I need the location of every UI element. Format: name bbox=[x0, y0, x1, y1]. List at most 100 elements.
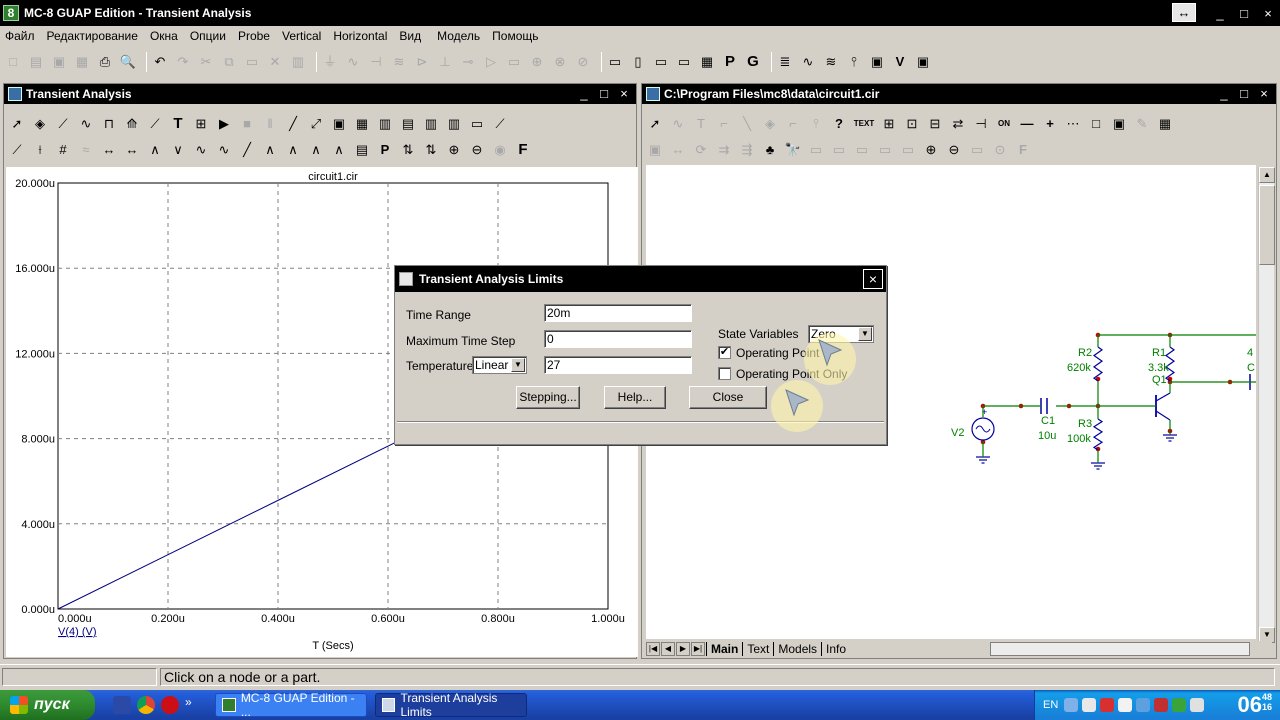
opera-icon[interactable] bbox=[161, 696, 179, 714]
menu-options[interactable]: Опции bbox=[190, 29, 226, 43]
zoom-out-icon[interactable]: ⊖ bbox=[945, 141, 963, 159]
delete-icon[interactable]: ✕ bbox=[266, 53, 284, 71]
diagonal-wire-icon[interactable]: ╲ bbox=[738, 115, 756, 133]
chrome-icon[interactable] bbox=[137, 696, 155, 714]
condition-icon[interactable]: ⊣ bbox=[972, 115, 990, 133]
minimize-button[interactable]: _ bbox=[1208, 6, 1232, 21]
flag-tool-icon[interactable]: ⌐ bbox=[784, 115, 802, 133]
rotate-icon[interactable]: ⟳ bbox=[692, 141, 710, 159]
zoom-in-icon[interactable]: ⊕ bbox=[445, 141, 463, 159]
cursor-right-icon[interactable]: ⟊ bbox=[31, 141, 49, 159]
scroll-thumb[interactable] bbox=[1259, 185, 1275, 265]
r3-resistor[interactable] bbox=[1092, 418, 1104, 451]
wire-icon[interactable]: ∿ bbox=[669, 115, 687, 133]
box-tool4-icon[interactable]: ▭ bbox=[876, 141, 894, 159]
component-list-icon[interactable]: ≣ bbox=[776, 53, 794, 71]
print-preview-icon[interactable]: 🔍 bbox=[119, 53, 137, 71]
v-icon[interactable]: V bbox=[891, 53, 909, 71]
p-icon[interactable]: P bbox=[721, 53, 739, 71]
minimize-button[interactable]: _ bbox=[574, 85, 594, 103]
tab-prev-button[interactable]: ◀ bbox=[661, 642, 675, 656]
page-icon[interactable]: ▦ bbox=[1156, 115, 1174, 133]
language-indicator[interactable]: EN bbox=[1043, 699, 1058, 711]
cursor-left-icon[interactable]: ⟋ bbox=[8, 141, 26, 159]
scroll-up-arrow[interactable]: ▲ bbox=[1259, 167, 1275, 183]
global-low-icon[interactable]: ∧ bbox=[284, 141, 302, 159]
save-all-icon[interactable]: ▦ bbox=[73, 53, 91, 71]
help-cursor-icon[interactable]: ? bbox=[830, 115, 848, 133]
move-h2-icon[interactable]: ↔ bbox=[123, 141, 141, 159]
top-icon[interactable]: ∧ bbox=[307, 141, 325, 159]
pin-connections-icon[interactable]: ON bbox=[995, 115, 1013, 133]
close-button[interactable]: Close bbox=[689, 386, 767, 409]
v2-label[interactable]: V2 bbox=[951, 427, 964, 439]
border-icon[interactable]: □ bbox=[1087, 115, 1105, 133]
step-icon[interactable]: ▣ bbox=[646, 141, 664, 159]
capacitor-icon[interactable]: ⊣ bbox=[367, 53, 385, 71]
cursor-wave-icon[interactable]: ≈ bbox=[77, 141, 95, 159]
pin-icon[interactable]: ⫯ bbox=[845, 53, 863, 71]
new-file-icon[interactable]: □ bbox=[4, 53, 22, 71]
r2-label[interactable]: R2 bbox=[1078, 347, 1092, 359]
zoom-in-icon[interactable]: ⊕ bbox=[922, 141, 940, 159]
battery-icon[interactable]: ⊥ bbox=[436, 53, 454, 71]
operating-point-only-checkbox[interactable] bbox=[718, 367, 731, 380]
tab-models[interactable]: Models bbox=[773, 642, 821, 656]
box-tool2-icon[interactable]: ▭ bbox=[830, 141, 848, 159]
text-tool-icon[interactable]: T bbox=[169, 115, 187, 133]
opamp-icon[interactable]: ▷ bbox=[482, 53, 500, 71]
scale-icon[interactable]: ⇅ bbox=[399, 141, 417, 159]
q1-collector[interactable] bbox=[1155, 392, 1171, 402]
move-h-icon[interactable]: ↔ bbox=[100, 141, 118, 159]
calculator-icon[interactable]: ▦ bbox=[698, 53, 716, 71]
menu-vertical[interactable]: Vertical bbox=[282, 29, 321, 43]
ground-icon[interactable]: ⏚ bbox=[321, 53, 339, 71]
start-button[interactable]: пуск bbox=[0, 690, 95, 720]
q1-emitter[interactable] bbox=[1155, 410, 1171, 421]
resize-toggle-button[interactable]: ↔ bbox=[1172, 3, 1196, 22]
shape-icon[interactable]: ◈ bbox=[761, 115, 779, 133]
menu-edit[interactable]: Редактирование bbox=[47, 29, 138, 43]
select-arrow-icon[interactable]: ➚ bbox=[646, 115, 664, 133]
transistor-icon[interactable]: ⊸ bbox=[459, 53, 477, 71]
wire-mode-icon[interactable]: ⌐ bbox=[715, 115, 733, 133]
font-icon[interactable]: F bbox=[1014, 141, 1032, 159]
undo-icon[interactable]: ↶ bbox=[151, 53, 169, 71]
box-tool-icon[interactable]: ▭ bbox=[807, 141, 825, 159]
volume-icon[interactable] bbox=[1190, 698, 1205, 712]
redo-icon[interactable]: ↷ bbox=[174, 53, 192, 71]
autoscale-icon[interactable]: ⇅ bbox=[422, 141, 440, 159]
global-high-icon[interactable]: ∧ bbox=[261, 141, 279, 159]
open-file-icon[interactable]: ▤ bbox=[27, 53, 45, 71]
y-axis-label[interactable]: V(4) (V) bbox=[58, 626, 97, 638]
r2-resistor[interactable] bbox=[1092, 346, 1104, 382]
waveform-icon[interactable]: ∿ bbox=[799, 53, 817, 71]
update-icon[interactable] bbox=[1172, 698, 1187, 712]
node-numbers-icon[interactable]: ⊞ bbox=[880, 115, 898, 133]
schematic-vertical-scrollbar[interactable]: ▲ ▼ bbox=[1258, 167, 1275, 643]
close-button[interactable]: × bbox=[1254, 85, 1274, 103]
menu-probe[interactable]: Probe bbox=[238, 29, 270, 43]
tab-last-button[interactable]: ▶| bbox=[691, 642, 705, 656]
maximize-button[interactable]: □ bbox=[594, 85, 614, 103]
wire-h-icon[interactable]: — bbox=[1018, 115, 1036, 133]
desktop-icon[interactable] bbox=[113, 696, 131, 714]
chevron-down-icon[interactable]: ▼ bbox=[858, 327, 872, 341]
line-icon[interactable]: ╱ bbox=[284, 115, 302, 133]
data-table-icon[interactable]: ▤ bbox=[353, 141, 371, 159]
r3-label[interactable]: R3 bbox=[1078, 418, 1092, 430]
grid-icon[interactable]: ▦ bbox=[353, 115, 371, 133]
text-icon[interactable]: T bbox=[692, 115, 710, 133]
pulse-icon[interactable]: ⊓ bbox=[100, 115, 118, 133]
chip-icon[interactable]: ▣ bbox=[868, 53, 886, 71]
panel-icon[interactable]: ▭ bbox=[468, 115, 486, 133]
v2-sine[interactable] bbox=[975, 425, 991, 433]
time-range-input[interactable]: 20m bbox=[544, 304, 692, 322]
tile-vertical-icon[interactable]: ▯ bbox=[629, 53, 647, 71]
menu-help[interactable]: Помощь bbox=[492, 29, 538, 43]
box-tool3-icon[interactable]: ▭ bbox=[853, 141, 871, 159]
dialog-close-button[interactable]: × bbox=[863, 269, 883, 289]
source-icon[interactable]: ⊕ bbox=[528, 53, 546, 71]
low-find-icon[interactable]: ∿ bbox=[215, 141, 233, 159]
chat-icon[interactable] bbox=[1118, 698, 1133, 712]
